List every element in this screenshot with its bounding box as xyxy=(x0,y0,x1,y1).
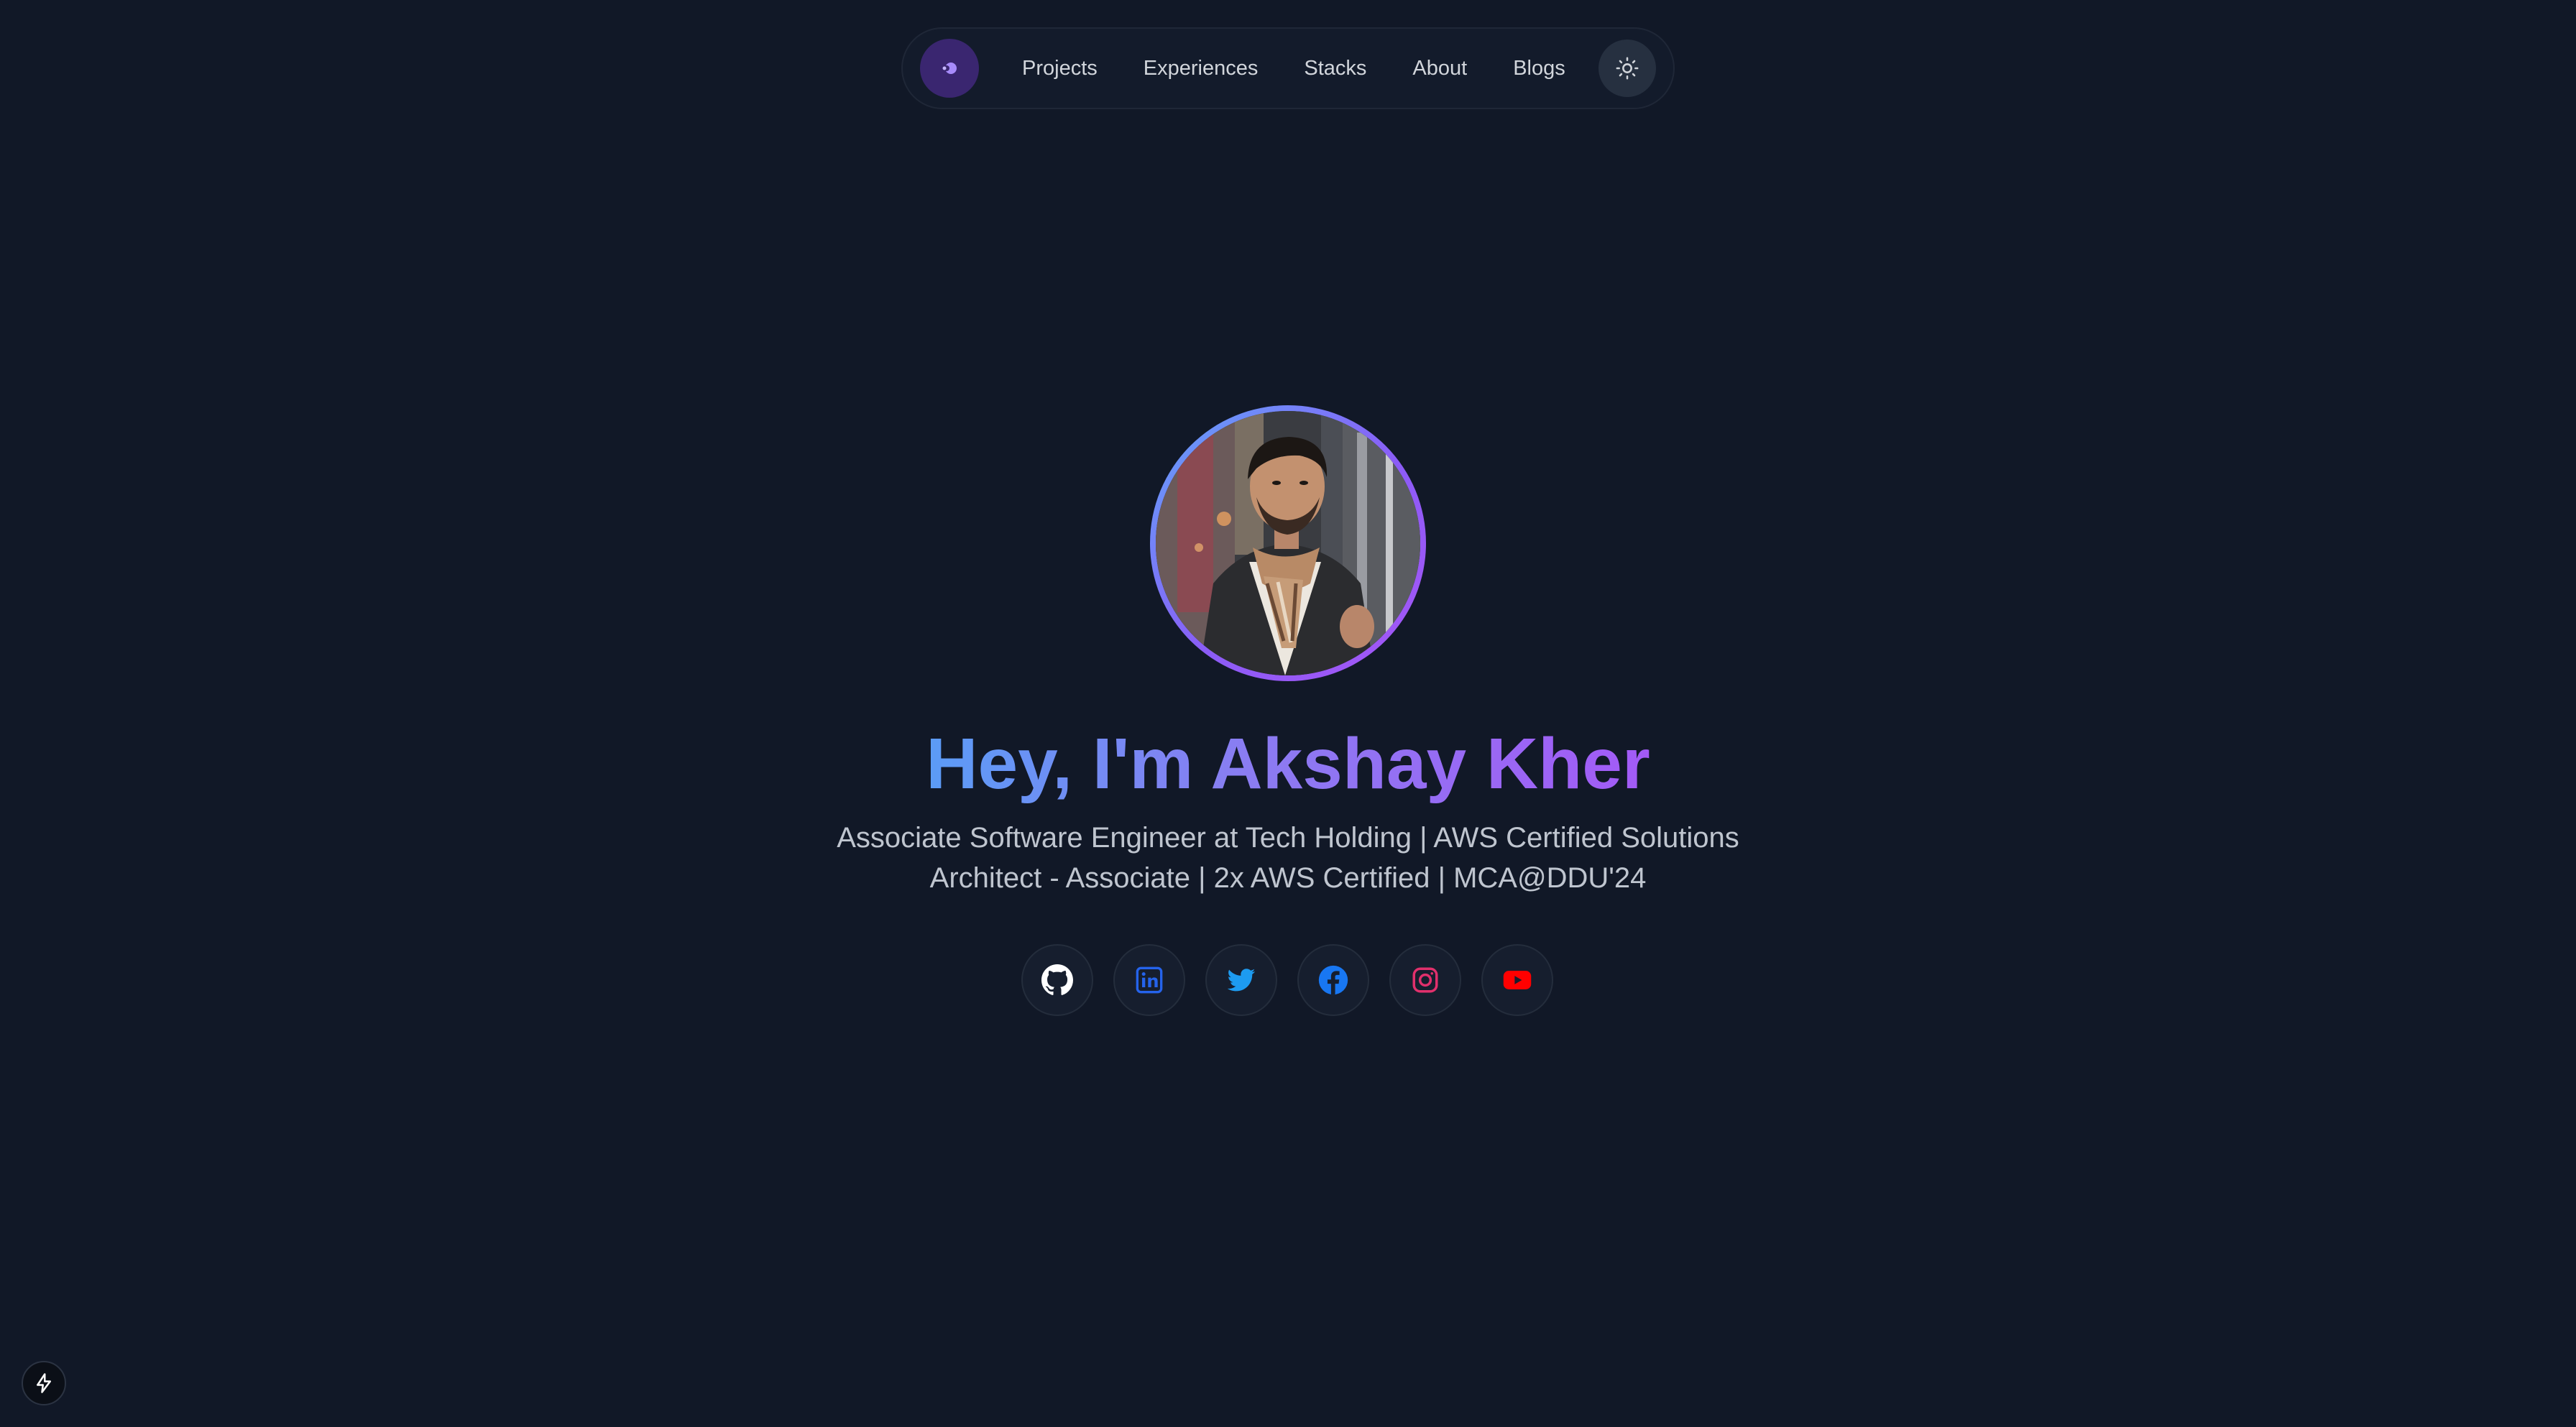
facebook-icon xyxy=(1318,965,1348,995)
instagram-link[interactable] xyxy=(1389,944,1461,1016)
avatar xyxy=(1156,411,1420,675)
youtube-link[interactable] xyxy=(1481,944,1553,1016)
twitter-icon xyxy=(1227,969,1256,992)
github-icon xyxy=(1041,964,1073,995)
hero-title-text: Hey, I'm Akshay Kher xyxy=(926,724,1650,804)
nav-link-stacks[interactable]: Stacks xyxy=(1281,57,1389,80)
social-links xyxy=(1021,944,1553,1016)
linkedin-link[interactable] xyxy=(1113,944,1185,1016)
top-navbar: Projects Experiences Stacks About Blogs xyxy=(901,27,1675,109)
nav-link-projects[interactable]: Projects xyxy=(999,57,1121,80)
instagram-icon xyxy=(1412,967,1438,993)
linkedin-icon xyxy=(1136,966,1163,994)
twitter-link[interactable] xyxy=(1205,944,1277,1016)
corner-badge-button[interactable] xyxy=(22,1361,66,1405)
lightning-icon xyxy=(37,1373,51,1393)
sun-icon xyxy=(1616,57,1639,80)
github-link[interactable] xyxy=(1021,944,1093,1016)
nav-links: Projects Experiences Stacks About Blogs xyxy=(999,57,1598,80)
hero-subtitle: Associate Software Engineer at Tech Hold… xyxy=(821,818,1755,898)
profile-photo xyxy=(1156,411,1420,675)
hero-subtitle-line1: Associate Software Engineer at Tech Hold… xyxy=(837,822,1739,854)
nav-link-about[interactable]: About xyxy=(1389,57,1490,80)
avatar-ring xyxy=(1150,405,1426,681)
hero-subtitle-line2: Architect - Associate | 2x AWS Certified… xyxy=(929,862,1647,894)
hero-title: Hey, I'm Akshay Kher xyxy=(0,717,2576,811)
logo-icon xyxy=(942,63,957,74)
theme-toggle-button[interactable] xyxy=(1598,40,1656,97)
facebook-link[interactable] xyxy=(1297,944,1369,1016)
youtube-icon xyxy=(1503,971,1532,989)
logo-button[interactable] xyxy=(920,39,979,98)
nav-link-blogs[interactable]: Blogs xyxy=(1490,57,1588,80)
nav-link-experiences[interactable]: Experiences xyxy=(1121,57,1282,80)
page: Projects Experiences Stacks About Blogs xyxy=(0,0,2576,1427)
